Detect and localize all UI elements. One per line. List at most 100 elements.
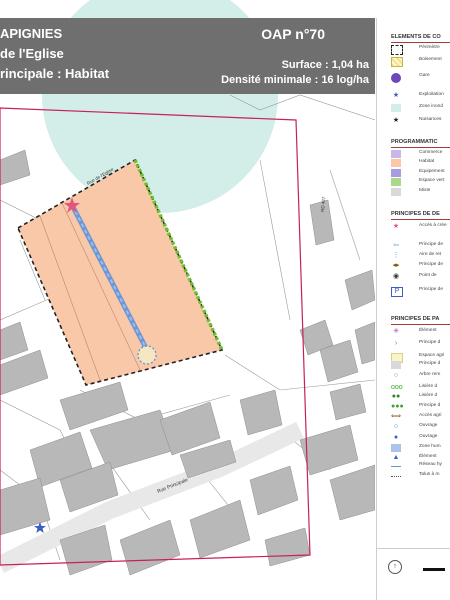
violet-swatch-icon <box>391 169 401 177</box>
legend-item-label: Gare <box>419 73 430 78</box>
legend-item-label: Réseau hy <box>419 462 442 467</box>
orange-swatch-icon <box>391 159 401 167</box>
legend-item: Boisement <box>391 57 450 67</box>
legend-item: ⟺ Accès agri <box>391 413 450 423</box>
scale-bar <box>423 568 445 571</box>
legend-item: Principe d <box>391 361 450 371</box>
legend-item-label: Élément <box>419 454 437 459</box>
legend-item-label: Equipement <box>419 169 445 174</box>
legend-item-label: Accès agri <box>419 413 442 418</box>
legend-item-label: Principe de <box>419 262 443 267</box>
brown-arrow-icon: ◂▸ <box>392 262 400 269</box>
legend-item-label: Principe de <box>419 242 443 247</box>
legend-panel: ELEMENTS DE CO Périmètre Boisement Gare ★ Exp… <box>376 18 450 600</box>
blue-line-icon <box>391 466 401 467</box>
legend-item: ◉ Point de <box>391 273 450 283</box>
legend-item: ●●● Principe d <box>391 403 450 413</box>
green-bold-ring-row-icon: ●● <box>391 393 401 400</box>
surface-value: Surface : 1,04 ha <box>281 59 369 71</box>
dot-circle-icon: ◉ <box>392 273 400 280</box>
grey-swatch-icon <box>391 188 401 196</box>
legend-item-label: Ouvrage <box>419 434 438 439</box>
footer-divider <box>376 548 450 549</box>
blue-dots-icon: ⋮ <box>392 252 400 259</box>
north-arrow-icon: ↑ <box>388 560 402 574</box>
yellow-hatch-icon <box>391 57 403 67</box>
purple-asterisk-icon: ✳ <box>393 328 399 335</box>
legend-item: ★ Nuisances <box>391 117 450 127</box>
legend-section-title: PRINCIPES DE PA <box>391 316 450 325</box>
legend-item-label: Principe d <box>419 403 441 408</box>
legend-item: Zone hum <box>391 444 450 454</box>
parking-icon: P <box>391 287 403 297</box>
legend-item-label: Arbre rem <box>419 372 441 377</box>
blue-arrow-icon: ⇦ <box>393 242 399 249</box>
blue-swatch-icon <box>391 444 401 452</box>
green-ring-icon: ○ <box>393 372 399 379</box>
legend-item: ● Ouvrage <box>391 434 450 444</box>
legend-item: Gare <box>391 73 450 83</box>
header-banner: APIGNIES de l'Eglise rincipale : Habitat… <box>0 18 375 94</box>
legend-item-label: Aire de ret <box>419 252 442 257</box>
legend-item-label: Talus à m <box>419 472 440 477</box>
legend-item-label: Élément <box>419 328 437 333</box>
legend-item-label: Habitat <box>419 159 435 164</box>
legend-item-label: Principe d <box>419 340 441 345</box>
legend-item: ★ Exploitation <box>391 92 450 102</box>
legend-item: Zone inond <box>391 104 450 114</box>
legend-item-label: Espace agri <box>419 353 445 358</box>
legend-item: Habitat <box>391 159 450 169</box>
legend-item-label: Accès à crée <box>419 223 447 228</box>
vocation-title: rincipale : Habitat <box>0 66 110 81</box>
legend-item: ◂▸ Principe de <box>391 262 450 272</box>
legend-item-label: Zone hum <box>419 444 441 449</box>
legend-item-label: Mixte <box>419 188 431 193</box>
legend-item: ○ Arbre rem <box>391 372 450 382</box>
small-star-icon: ★ <box>392 117 400 124</box>
circle-dashed-icon <box>391 104 401 112</box>
legend-item: ○ Ouvrage <box>391 423 450 433</box>
legend-item-label: Lisière d <box>419 393 438 398</box>
legend-item: ★ Accès à crée <box>391 223 450 233</box>
turnaround-area <box>137 345 157 365</box>
oap-number: OAP n°70 <box>261 26 325 42</box>
green-ring-row-icon: ooo <box>391 384 403 391</box>
commune-title: APIGNIES <box>0 26 63 41</box>
double-arrow-icon: ⟺ <box>391 413 402 420</box>
legend-item: ⋮ Aire de ret <box>391 252 450 262</box>
dotted-line-icon <box>391 476 401 477</box>
dashed-rect-icon <box>391 45 403 55</box>
green-swatch-icon <box>391 178 401 186</box>
legend-item-label: Zone inond <box>419 104 444 109</box>
blue-triangle-icon: ▲ <box>392 454 400 461</box>
legend-item: Réseau hy <box>391 462 450 472</box>
legend-section-title: PRINCIPES DE DE <box>391 211 450 220</box>
pink-star-icon: ★ <box>392 223 400 230</box>
green-chevron-icon: › <box>394 340 398 347</box>
legend-item: ⇦ Principe de <box>391 242 450 252</box>
site-title: de l'Eglise <box>0 46 64 61</box>
legend-item: Espace vert <box>391 178 450 188</box>
legend-item-label: Ouvrage <box>419 423 438 428</box>
legend-section-title: ELEMENTS DE CO <box>391 34 450 43</box>
blue-star-icon: ★ <box>392 92 400 99</box>
legend-item-label: Nuisances <box>419 117 442 122</box>
legend-item-label: Lisière d <box>419 384 438 389</box>
train-circle-icon <box>391 73 401 83</box>
legend-item-label: Boisement <box>419 57 442 62</box>
legend-item-label: Périmètre <box>419 45 440 50</box>
legend-item: Mixte <box>391 188 450 198</box>
legend-item-label: Principe d <box>419 361 441 366</box>
legend-section-title: PROGRAMMATIC <box>391 139 450 148</box>
legend-item: P Principe de <box>391 287 450 297</box>
purple-swatch-icon <box>391 150 401 158</box>
legend-item-label: Point de <box>419 273 437 278</box>
legend-item-label: Principe de <box>419 287 443 292</box>
green-dots-icon: ●●● <box>391 403 404 410</box>
legend-item: ●● Lisière d <box>391 393 450 403</box>
legend-item-label: Exploitation <box>419 92 444 97</box>
legend-item: Périmètre <box>391 45 450 55</box>
legend-item-label: Commerce <box>419 150 443 155</box>
legend-item-label: Espace vert <box>419 178 445 183</box>
grey-swatch-icon <box>391 361 401 369</box>
